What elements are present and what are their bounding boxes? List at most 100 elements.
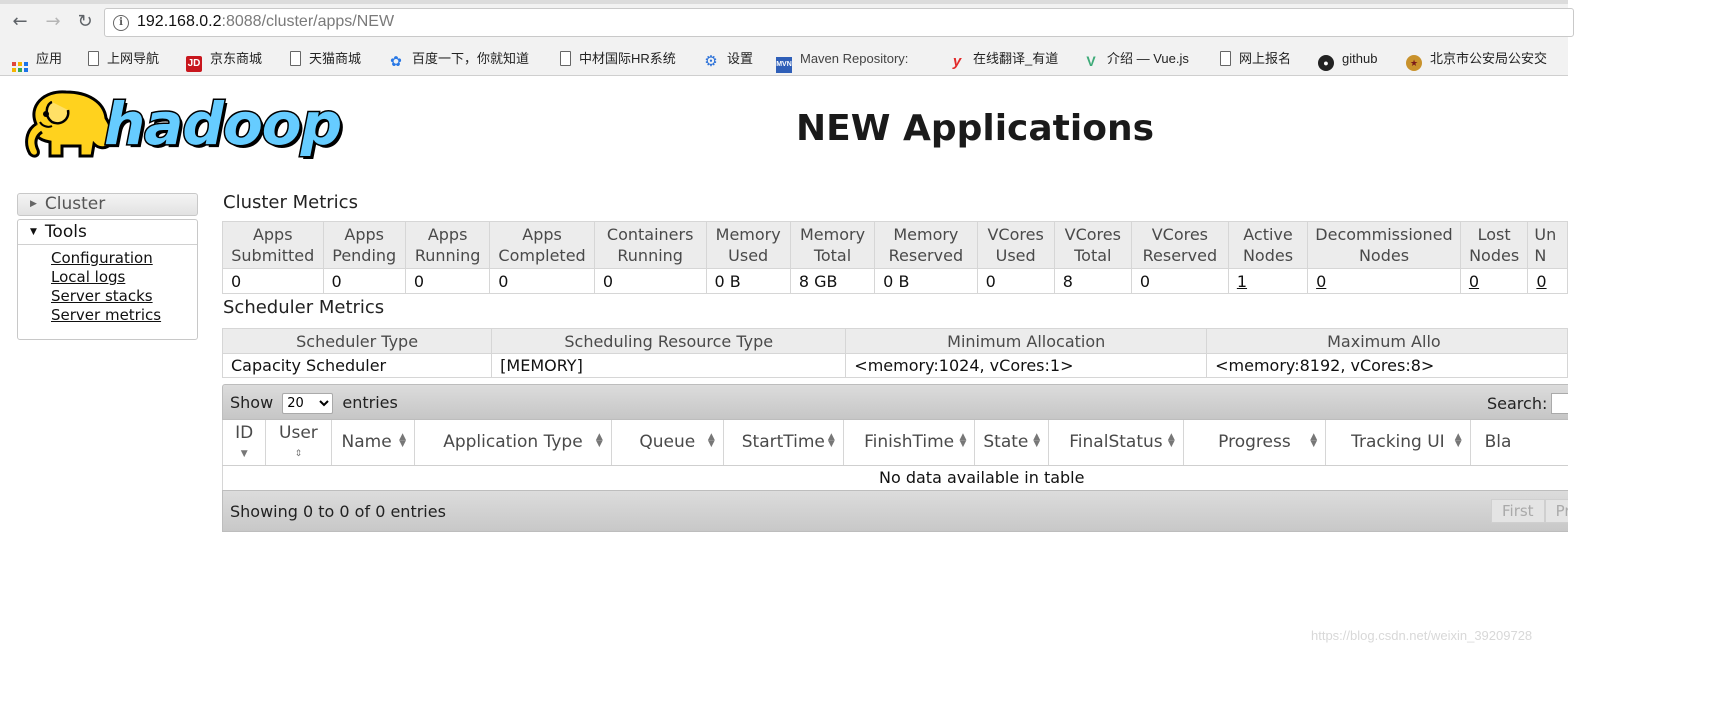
sort-both-icon: ⇕ [294,449,303,459]
sort-both-icon: ▲ ▼ [595,432,603,449]
col-state[interactable]: State ▲ ▼ [974,420,1049,466]
vcores-used-value: 0 [976,268,1055,294]
col-user[interactable]: User ⇕ [265,420,332,466]
col-apps-pending: Apps Pending [322,221,406,269]
bookmark-apps[interactable]: 应用 [12,48,63,73]
active-nodes-link[interactable]: 1 [1237,272,1247,291]
col-memory-used: Memory Used [705,221,791,269]
server-metrics-link[interactable]: Server metrics [51,306,161,324]
search-label: Search: [1487,394,1548,413]
col-containers-running: Containers Running [593,221,707,269]
caret-down-icon: ▼ [30,227,37,237]
entries-info: Showing 0 to 0 of 0 entries [230,502,446,521]
col-finalstatus[interactable]: FinalStatus ▲ ▼ [1048,420,1184,466]
col-unhealthy-nodes: Un N [1527,221,1568,269]
pagination: FirstPre [1491,499,1568,523]
sort-both-icon: ▲ ▼ [827,432,835,449]
col-memory-reserved: Memory Reserved [874,221,978,269]
page-size-select[interactable]: 20 [282,393,334,414]
sort-desc-icon: ▼ [240,449,248,459]
col-memory-total: Memory Total [789,221,876,269]
col-vcores-used: VCores Used [976,221,1055,269]
col-finishtime[interactable]: FinishTime ▲ ▼ [842,420,975,466]
col-active-nodes: Active Nodes [1227,221,1309,269]
server-stacks-link[interactable]: Server stacks [51,287,153,305]
info-icon[interactable]: i [113,15,129,31]
unhealthy-nodes-link[interactable]: 0 [1536,272,1546,291]
entries-label: entries [342,393,398,412]
nav-tools-panel: ▼ Tools Configuration Local logs Server s… [17,219,198,340]
scheduler-value-row: Capacity Scheduler [MEMORY] <memory:1024… [222,353,1568,378]
nav-tools-label: Tools [44,222,87,242]
decommissioned-nodes-link[interactable]: 0 [1316,272,1326,291]
tools-item-configuration: Configuration [51,249,197,268]
sort-both-icon: ▲ ▼ [399,432,407,449]
tools-item-server-stacks: Server stacks [51,287,197,306]
reload-icon[interactable]: ↻ [73,10,97,34]
watermark: https://blog.csdn.net/weixin_39209728 [1311,628,1533,643]
sort-both-icon: ▲ ▼ [1310,432,1318,449]
col-maximum-allocation: Maximum Allo [1206,328,1568,354]
search-input[interactable] [1551,393,1568,414]
col-apps-completed: Apps Completed [489,221,595,269]
col-id[interactable]: ID ▼ [222,420,266,466]
applications-table: ID ▼ User ⇕ Name ▲ ▼ Application Type ▲ ▼ Queu… [222,420,1568,491]
configuration-link[interactable]: Configuration [51,249,153,267]
apps-table-toolbar: Show 20 entries Search: [222,384,1568,420]
bookmark-label: 上网导航 [107,51,160,66]
lost-nodes-link[interactable]: 0 [1469,272,1479,291]
col-progress[interactable]: Progress ▲ ▼ [1182,420,1326,466]
empty-table-message: No data available in table [222,465,1568,491]
scheduler-type-value: Capacity Scheduler [222,353,493,378]
previous-page-button[interactable]: Pre [1544,499,1568,523]
memory-used-value: 0 B [705,268,791,294]
nav-tools-header[interactable]: ▼ Tools [18,220,197,245]
first-page-button[interactable]: First [1491,499,1545,523]
col-name[interactable]: Name ▲ ▼ [330,420,415,466]
jd-icon: JD [186,56,202,72]
apps-grid-icon [12,62,28,73]
memory-reserved-value: 0 B [874,268,978,294]
sort-both-icon: ▲ ▼ [707,432,715,449]
col-blacklisted-nodes[interactable]: Bla [1469,420,1568,466]
maximum-allocation-value: <memory:8192, vCores:8> [1206,353,1568,378]
vcores-total-value: 8 [1053,268,1132,294]
col-decommissioned-nodes: Decommissioned Nodes [1307,221,1461,269]
col-minimum-allocation: Minimum Allocation [845,328,1208,354]
bookmark-nav[interactable]: 上网导航 [88,48,159,70]
col-application-type[interactable]: Application Type ▲ ▼ [414,420,612,466]
unhealthy-nodes-cell: 0 [1527,268,1568,294]
local-logs-link[interactable]: Local logs [51,268,125,286]
apps-table-footer: Showing 0 to 0 of 0 entries FirstPre [222,490,1568,532]
cluster-metrics-header-row: Apps Submitted Apps Pending Apps Running Ap… [222,221,1568,269]
caret-right-icon: ▶ [30,199,37,209]
cluster-metrics-table: Apps Submitted Apps Pending Apps Running Ap… [222,221,1568,294]
main-content: Apps Submitted Apps Pending Apps Running Ap… [222,0,1568,654]
apps-running-value: 0 [404,268,491,294]
page-icon [88,51,99,66]
col-queue[interactable]: Queue ▲ ▼ [610,420,724,466]
forward-arrow-icon[interactable]: → [41,10,65,34]
col-apps-submitted: Apps Submitted [222,221,324,269]
tools-item-local-logs: Local logs [51,268,197,287]
bookmark-label: 应用 [36,51,63,66]
apps-pending-value: 0 [322,268,406,294]
col-vcores-reserved: VCores Reserved [1130,221,1229,269]
minimum-allocation-value: <memory:1024, vCores:1> [845,353,1208,378]
decommissioned-nodes-cell: 0 [1307,268,1461,294]
col-starttime[interactable]: StartTime ▲ ▼ [722,420,844,466]
nav-cluster-header[interactable]: ▶ Cluster [17,193,198,216]
scheduler-metrics-table: Scheduler Type Scheduling Resource Type … [222,328,1568,378]
col-tracking-ui[interactable]: Tracking UI ▲ ▼ [1325,420,1471,466]
apps-submitted-value: 0 [222,268,324,294]
cluster-metrics-value-row: 0 0 0 0 0 0 B 8 GB 0 B 0 8 0 1 0 0 0 [222,268,1568,294]
vcores-reserved-value: 0 [1130,268,1229,294]
back-arrow-icon[interactable]: ← [8,10,32,34]
tools-list: Configuration Local logs Server stacks S… [18,245,197,325]
col-apps-running: Apps Running [404,221,491,269]
containers-running-value: 0 [593,268,707,294]
col-lost-nodes: Lost Nodes [1459,221,1529,269]
scheduling-resource-type-value: [MEMORY] [491,353,847,378]
page-size-control: Show 20 entries [230,393,398,414]
col-vcores-total: VCores Total [1053,221,1132,269]
